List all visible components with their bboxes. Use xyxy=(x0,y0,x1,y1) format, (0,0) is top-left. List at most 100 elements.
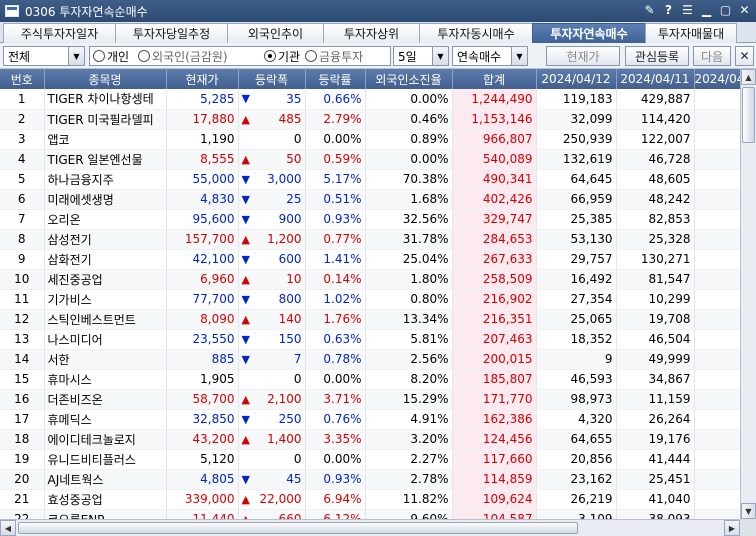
net-buy-total: 117,660 xyxy=(452,449,537,470)
row-number: 19 xyxy=(0,449,45,470)
pin-icon[interactable]: ✎ xyxy=(642,3,657,18)
table-row[interactable]: 8 삼성전기 157,700 ▲ 1,200 0.77% 31.78% 284,653 53,1… xyxy=(0,229,740,250)
radio-foreign[interactable]: 외국인(금감원) xyxy=(138,47,228,65)
watchlist-button[interactable]: 관심등록 xyxy=(625,46,689,66)
stock-name: 코오롱ENP xyxy=(44,509,167,519)
vertical-scrollbar[interactable]: ▲ ▼ xyxy=(740,69,756,519)
table-row[interactable]: 7 오리온 95,600 ▼ 900 0.93% 32.56% 329,747 25,385 82… xyxy=(0,209,740,230)
stock-name: AJ네트웍스 xyxy=(44,469,167,490)
price-change: ▲ 2,100 xyxy=(238,389,306,410)
vertical-scroll-thumb[interactable] xyxy=(742,87,755,143)
column-header[interactable]: 종목명 xyxy=(44,69,167,89)
radio-institution[interactable]: 기관 xyxy=(264,47,300,65)
market-select-value: 전체 xyxy=(8,49,31,64)
change-rate: 0.00% xyxy=(305,369,366,390)
table-row[interactable]: 14 서한 885 ▼ 7 0.78% 2.56% 200,015 9 49,999 xyxy=(0,349,740,370)
column-header[interactable]: 외국인소진율 xyxy=(365,69,453,89)
horizontal-scroll-thumb[interactable] xyxy=(18,522,578,534)
price-change: ▲ 660 xyxy=(238,509,306,519)
table-row[interactable]: 9 삼화전기 42,100 ▼ 600 1.41% 25.04% 267,633 29,757 1… xyxy=(0,249,740,270)
table-row[interactable]: 10 세진중공업 6,960 ▲ 10 0.14% 1.80% 258,509 16,492 81… xyxy=(0,269,740,290)
table-row[interactable]: 16 더존비즈온 58,700 ▲ 2,100 3.71% 15.29% 171,770 98,… xyxy=(0,389,740,410)
foreign-exhaustion-rate: 2.27% xyxy=(365,449,453,470)
maximize-icon[interactable]: ▢ xyxy=(718,3,733,18)
price-change: 0 xyxy=(238,449,306,470)
radio-individual[interactable]: 개인 xyxy=(93,47,129,65)
tab-2[interactable]: 외국인추이 xyxy=(227,23,324,43)
mode-select[interactable]: 연속매수 ▼ xyxy=(452,46,528,66)
table-row[interactable]: 20 AJ네트웍스 4,805 ▼ 45 0.93% 2.78% 114,859 23,162 2… xyxy=(0,469,740,490)
daily-net-buy: 122,007 xyxy=(616,129,695,150)
column-header[interactable]: 2024/04/10 xyxy=(694,69,740,89)
scroll-down-icon[interactable]: ▼ xyxy=(741,503,756,519)
price-change: ▼ 45 xyxy=(238,469,306,490)
daily-net-buy xyxy=(694,429,740,450)
foreign-exhaustion-rate: 0.00% xyxy=(365,149,453,170)
down-arrow-icon: ▼ xyxy=(241,172,250,186)
tab-0[interactable]: 주식투자자일자 xyxy=(3,23,116,43)
change-rate: 0.51% xyxy=(305,189,366,210)
table-row[interactable]: 1 TIGER 차이나항셍테 5,285 ▼ 35 0.66% 0.00% 1,244,490… xyxy=(0,89,740,110)
column-header[interactable]: 등락폭 xyxy=(238,69,306,89)
daily-net-buy: 17 xyxy=(694,169,740,190)
tab-5[interactable]: 투자자연속매수 xyxy=(532,23,646,43)
daily-net-buy: 49,999 xyxy=(616,349,695,370)
period-select[interactable]: 5일 ▼ xyxy=(393,46,449,66)
scroll-left-icon[interactable]: ◀ xyxy=(0,520,16,536)
radio-financial[interactable]: 금융투자 xyxy=(305,47,363,65)
table-row[interactable]: 2 TIGER 미국필라델피 17,880 ▲ 485 2.79% 0.46% 1,153,1… xyxy=(0,109,740,130)
current-price: 77,700 xyxy=(166,289,239,310)
price-button-label: 현재가 xyxy=(566,49,600,64)
settings-icon[interactable]: ☰ xyxy=(680,3,695,18)
table-row[interactable]: 11 기가비스 77,700 ▼ 800 1.02% 0.80% 216,902 27,354 1… xyxy=(0,289,740,310)
tab-label: 외국인추이 xyxy=(247,27,304,41)
change-rate: 3.71% xyxy=(305,389,366,410)
column-header[interactable]: 등락률 xyxy=(305,69,366,89)
table-row[interactable]: 5 하나금융지주 55,000 ▼ 3,000 5.17% 70.38% 490,341 64,… xyxy=(0,169,740,190)
column-header[interactable]: 번호 xyxy=(0,69,45,89)
horizontal-scrollbar[interactable]: ◀ ▶ xyxy=(0,519,740,536)
stock-name: 나스미디어 xyxy=(44,329,167,350)
price-change-value: 22,000 xyxy=(259,492,302,506)
table-row[interactable]: 6 미래에셋생명 4,830 ▼ 25 0.51% 1.68% 402,426 66,959 48… xyxy=(0,189,740,210)
tab-4[interactable]: 투자자동시매수 xyxy=(419,23,533,43)
table-row[interactable]: 13 나스미디어 23,550 ▼ 150 0.63% 5.81% 207,463 18,352… xyxy=(0,329,740,350)
table-row[interactable]: 3 앱코 1,190 0 0.00% 0.89% 966,807 250,939 122,007… xyxy=(0,129,740,150)
table-row[interactable]: 19 유니드비티플러스 5,120 0 0.00% 2.27% 117,660 20,856 4… xyxy=(0,449,740,470)
tab-3[interactable]: 투자자상위 xyxy=(323,23,420,43)
stock-table: 번호 종목명 현재가 등락폭 등락률 외국인소진율 합계 2024/04/12 2024/04/… xyxy=(0,69,740,519)
table-row[interactable]: 15 휴마시스 1,905 0 0.00% 8.20% 185,807 46,593 34,86… xyxy=(0,369,740,390)
scroll-up-icon[interactable]: ▲ xyxy=(741,69,756,85)
next-button-label: 다음 xyxy=(700,49,724,64)
column-header[interactable]: 합계 xyxy=(452,69,537,89)
column-header[interactable]: 2024/04/12 xyxy=(536,69,617,89)
market-select[interactable]: 전체 ▼ xyxy=(3,46,85,66)
current-price: 1,190 xyxy=(166,129,239,150)
column-header[interactable]: 2024/04/11 xyxy=(616,69,695,89)
table-row[interactable]: 21 효성중공업 339,000 ▲ 22,000 6.94% 11.82% 109,624 2… xyxy=(0,489,740,510)
tab-1[interactable]: 투자자당일추정 xyxy=(115,23,228,43)
table-row[interactable]: 18 에이디테크놀로지 43,200 ▲ 1,400 3.35% 3.20% 124,456 6… xyxy=(0,429,740,450)
table-row[interactable]: 22코오롱ENP11,440▲6606.12%9.60%104,5873,109… xyxy=(0,509,740,519)
tab-6[interactable]: 투자자매물대 xyxy=(645,23,737,43)
change-rate: 3.35% xyxy=(305,429,366,450)
scroll-right-icon[interactable]: ▶ xyxy=(724,520,740,536)
table-row[interactable]: 17 휴메딕스 32,850 ▼ 250 0.76% 4.91% 162,386 4,320 26… xyxy=(0,409,740,430)
foreign-exhaustion-rate: 32.56% xyxy=(365,209,453,230)
change-rate: 1.76% xyxy=(305,309,366,330)
current-price: 885 xyxy=(166,349,239,370)
daily-net-buy: 27,354 xyxy=(536,289,617,310)
next-button[interactable]: 다음 xyxy=(693,46,731,66)
daily-net-buy: 16 xyxy=(694,189,740,210)
chevron-down-icon: ▼ xyxy=(68,47,84,65)
daily-net-buy: 19,176 xyxy=(616,429,695,450)
help-icon[interactable]: ? xyxy=(661,3,676,18)
close-panel-button[interactable]: ✕ xyxy=(735,46,754,66)
minimize-icon[interactable]: ▁ xyxy=(699,3,714,18)
table-row[interactable]: 12 스틱인베스트먼트 8,090 ▲ 140 1.76% 13.34% 216,351 25,… xyxy=(0,309,740,330)
price-button[interactable]: 현재가 xyxy=(546,46,620,66)
price-change: ▲ 140 xyxy=(238,309,306,330)
table-row[interactable]: 4 TIGER 일본엔선물 8,555 ▲ 50 0.59% 0.00% 540,089 132… xyxy=(0,149,740,170)
column-header[interactable]: 현재가 xyxy=(166,69,239,89)
close-icon[interactable]: ✕ xyxy=(737,3,752,18)
